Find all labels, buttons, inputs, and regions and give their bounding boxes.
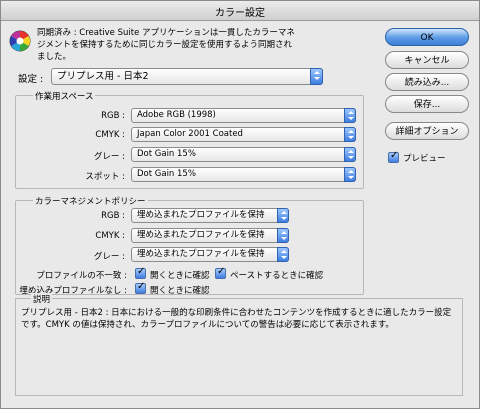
missing-ask-open-label: 開くときに確認 <box>150 286 210 296</box>
window-title: カラー設定 <box>215 8 265 19</box>
ws-rgb-label: RGB : <box>101 111 125 121</box>
ws-gray-label: グレー : <box>93 152 125 162</box>
policy-cmyk-label: CMYK : <box>95 231 125 241</box>
advanced-options-button[interactable]: 詳細オプション <box>385 122 469 140</box>
policy-rgb-value: 埋め込まれたプロファイルを保持 <box>137 210 265 220</box>
color-wheel-icon <box>9 30 31 52</box>
select-arrows-icon <box>277 208 289 223</box>
cancel-button[interactable]: キャンセル <box>385 51 469 69</box>
color-settings-dialog: カラー設定 同期済み : Creative Suite アプリケーションは一貫し… <box>0 0 480 409</box>
working-spaces-title: 作業用スペース <box>33 90 96 102</box>
select-arrows-icon <box>344 127 356 142</box>
sync-status-text: 同期済み : Creative Suite アプリケーションは一貫したカラーマネ… <box>37 28 295 62</box>
save-button[interactable]: 保存... <box>385 95 469 113</box>
select-arrows-icon <box>344 167 356 182</box>
ws-rgb-select[interactable]: Adobe RGB (1998) <box>131 108 356 123</box>
mismatch-ask-open-label: 開くときに確認 <box>150 271 210 281</box>
ws-spot-value: Dot Gain 15% <box>137 169 196 179</box>
policy-gray-label: グレー : <box>93 252 125 262</box>
policy-gray-select[interactable]: 埋め込まれたプロファイルを保持 <box>131 247 289 262</box>
settings-select[interactable]: プリプレス用 - 日本2 <box>51 68 323 85</box>
ws-rgb-value: Adobe RGB (1998) <box>137 110 216 120</box>
preview-checkbox[interactable] <box>388 150 399 163</box>
profile-mismatch-label: プロファイルの不一致 : <box>36 271 127 281</box>
preview-label: プレビュー <box>403 154 446 164</box>
ws-spot-select[interactable]: Dot Gain 15% <box>131 167 356 182</box>
missing-profile-label: 埋め込みプロファイルなし : <box>19 286 127 296</box>
select-arrows-icon <box>344 108 356 123</box>
select-arrows-icon <box>277 228 289 243</box>
select-arrows-icon <box>344 147 356 162</box>
ws-gray-select[interactable]: Dot Gain 15% <box>131 147 356 162</box>
policy-rgb-label: RGB : <box>101 211 125 221</box>
mismatch-ask-paste-label: ペーストするときに確認 <box>230 271 324 281</box>
ok-button[interactable]: OK <box>385 28 469 46</box>
ws-cmyk-label: CMYK : <box>95 130 125 140</box>
mismatch-ask-open-checkbox[interactable] <box>135 266 146 279</box>
policies-title: カラーマネジメントポリシー <box>33 195 148 207</box>
policy-gray-value: 埋め込まれたプロファイルを保持 <box>137 249 265 259</box>
description-text: プリプレス用 - 日本2 : 日本における一般的な印刷条件に合わせたコンテンツを… <box>21 308 452 330</box>
select-arrows-icon <box>310 68 323 85</box>
description-box: プリプレス用 - 日本2 : 日本における一般的な印刷条件に合わせたコンテンツを… <box>15 298 463 396</box>
select-arrows-icon <box>277 247 289 262</box>
description-title: 説明 <box>31 293 53 305</box>
missing-ask-open-checkbox[interactable] <box>135 281 146 294</box>
ws-spot-label: スポット : <box>85 172 125 182</box>
ws-cmyk-value: Japan Color 2001 Coated <box>137 129 243 139</box>
title-bar[interactable]: カラー設定 <box>1 1 479 21</box>
settings-value: プリプレス用 - 日本2 <box>57 71 149 82</box>
policy-cmyk-value: 埋め込まれたプロファイルを保持 <box>137 230 265 240</box>
settings-label: 設定 : <box>18 74 44 85</box>
policy-rgb-select[interactable]: 埋め込まれたプロファイルを保持 <box>131 208 289 223</box>
ws-gray-value: Dot Gain 15% <box>137 149 196 159</box>
mismatch-ask-paste-checkbox[interactable] <box>215 266 226 279</box>
load-button[interactable]: 読み込み... <box>385 73 469 91</box>
ws-cmyk-select[interactable]: Japan Color 2001 Coated <box>131 127 356 142</box>
policy-cmyk-select[interactable]: 埋め込まれたプロファイルを保持 <box>131 228 289 243</box>
